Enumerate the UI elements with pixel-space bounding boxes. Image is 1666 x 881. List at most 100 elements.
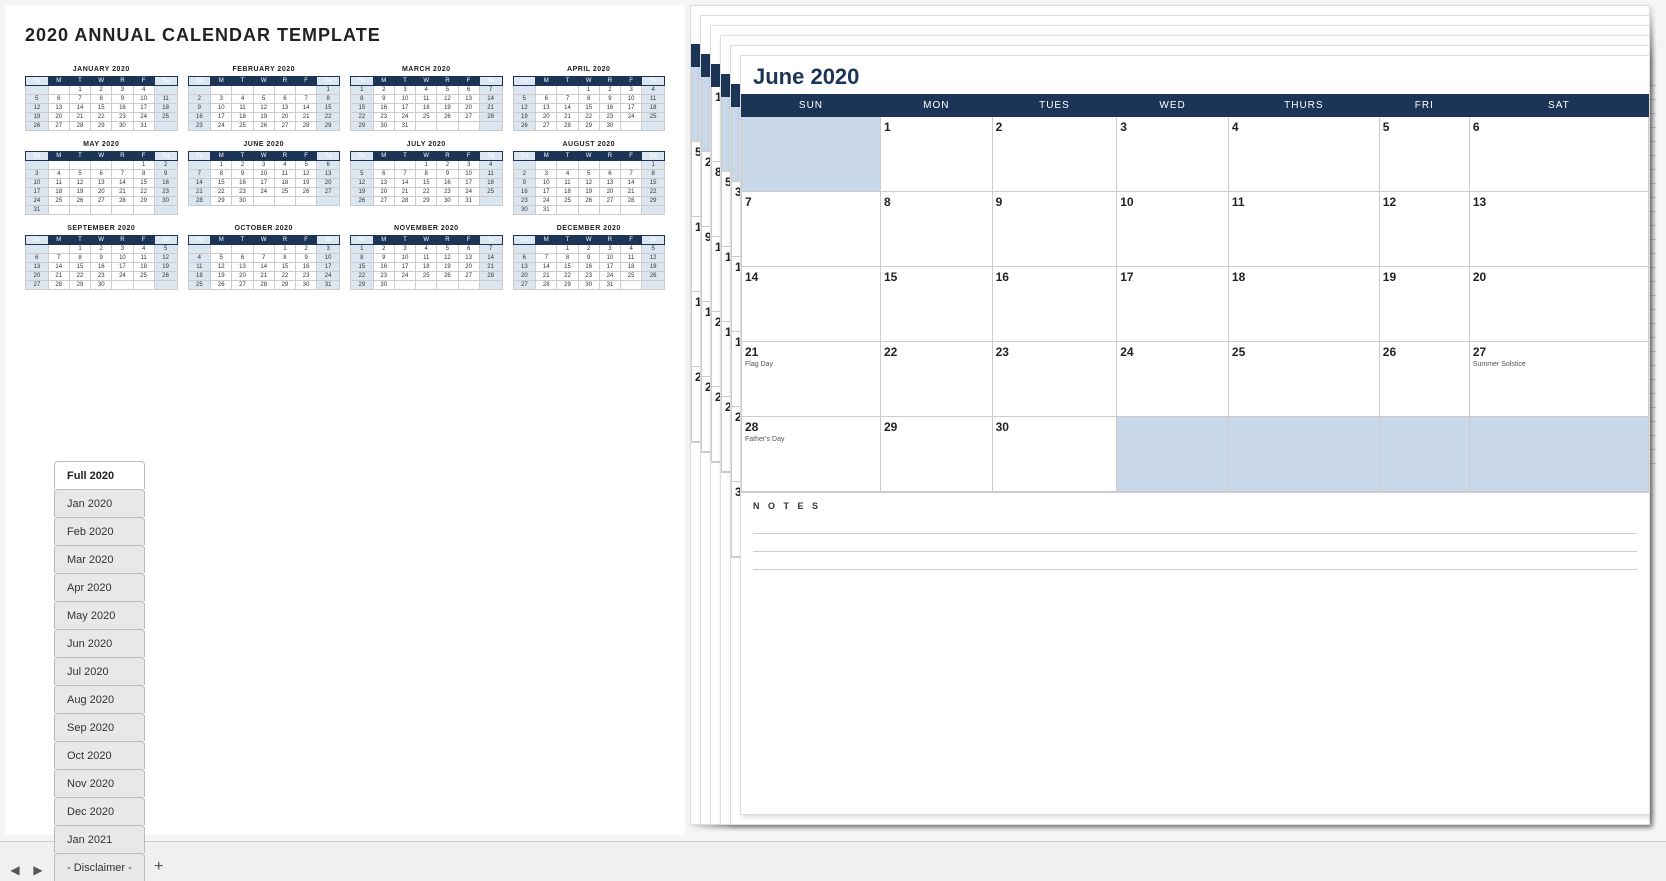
table-row — [642, 122, 665, 131]
table-row: 26 — [1379, 342, 1469, 417]
table-row: 11 — [232, 104, 253, 113]
table-row — [536, 245, 557, 254]
mini-cal-may-2020: MAY 2020SuMTWRFSa12345678910111213141516… — [25, 141, 178, 215]
table-row: 4 — [48, 170, 69, 179]
table-row: 23 — [599, 113, 620, 122]
table-row: 4 — [642, 86, 665, 95]
table-row: 18 — [621, 263, 642, 272]
table-row: 23 — [437, 188, 458, 197]
table-row: 11 — [274, 170, 295, 179]
table-row: 17 — [394, 104, 415, 113]
tab-oct-2020[interactable]: Oct 2020 — [54, 741, 145, 769]
table-row: 30 — [437, 197, 458, 206]
table-row: 3 — [1117, 117, 1229, 192]
table-row: 11 — [416, 254, 437, 263]
table-row — [154, 206, 177, 215]
table-row: 29 — [578, 122, 599, 131]
table-row: 14 — [69, 104, 90, 113]
table-row: 24 — [211, 122, 232, 131]
tab-prev-arrow[interactable]: ◀ — [5, 860, 25, 880]
table-row — [513, 86, 536, 95]
tab---disclaimer--[interactable]: - Disclaimer - — [54, 853, 145, 881]
table-row: 1 — [69, 86, 90, 95]
table-row: 29 — [880, 417, 992, 492]
table-row: 15 — [91, 104, 112, 113]
table-row: 12 — [513, 104, 536, 113]
table-row: 21Flag Day 22 23 24 25 26 27Summer Solst… — [742, 342, 1649, 417]
tab-dec-2020[interactable]: Dec 2020 — [54, 797, 145, 825]
table-row — [188, 161, 211, 170]
table-row: 2 — [437, 161, 458, 170]
col-header-wed: WED — [1117, 95, 1229, 117]
table-row: 9 — [992, 192, 1117, 267]
table-row: 2 — [513, 170, 536, 179]
table-row: 24 — [394, 272, 415, 281]
table-row: 20 — [26, 272, 49, 281]
table-row: 26 — [154, 272, 177, 281]
mini-cal-title: SEPTEMBER 2020 — [25, 225, 178, 232]
table-row: 16 — [513, 188, 536, 197]
table-row: 18 — [232, 113, 253, 122]
table-row: 10 — [133, 95, 154, 104]
table-row: 6 — [91, 170, 112, 179]
table-row: 7 — [112, 170, 133, 179]
tab-nov-2020[interactable]: Nov 2020 — [54, 769, 145, 797]
table-row: 8 — [416, 170, 437, 179]
table-row: 10 — [211, 104, 232, 113]
table-row: 11 — [48, 179, 69, 188]
table-row: 1 — [317, 86, 340, 95]
table-row: 29 — [274, 281, 295, 290]
table-row: 12 — [437, 254, 458, 263]
table-row: 23 — [112, 113, 133, 122]
table-row: 18 — [274, 179, 295, 188]
right-panel: January 2020 SUNMONTUESWEDTHURSFRISAT 12… — [690, 5, 1661, 835]
table-row: 28 — [621, 197, 642, 206]
table-row: 3 — [211, 95, 232, 104]
table-row: 6 — [48, 95, 69, 104]
tab-add-button[interactable]: + — [146, 854, 172, 880]
tab-jan-2021[interactable]: Jan 2021 — [54, 825, 145, 853]
mini-calendars-grid: JANUARY 2020SuMTWRFSa1234567891011121314… — [25, 66, 665, 290]
table-row: 25 — [557, 197, 578, 206]
tab-full-2020[interactable]: Full 2020 — [54, 461, 145, 489]
table-row: 20 — [536, 113, 557, 122]
table-row: 7 — [536, 254, 557, 263]
table-row: 16 — [91, 263, 112, 272]
table-row: 19 — [1379, 267, 1469, 342]
table-row: 10 — [112, 254, 133, 263]
table-row: 6 — [599, 170, 620, 179]
table-row: 10 — [458, 170, 479, 179]
tab-may-2020[interactable]: May 2020 — [54, 601, 145, 629]
table-row: 22 — [91, 113, 112, 122]
table-row: 21 — [48, 272, 69, 281]
tab-feb-2020[interactable]: Feb 2020 — [54, 517, 145, 545]
table-row: 9 — [373, 95, 394, 104]
table-row — [621, 122, 642, 131]
table-row: 29 — [69, 281, 90, 290]
table-row: 2 — [154, 161, 177, 170]
tab-next-arrow[interactable]: ▶ — [28, 860, 48, 880]
table-row: 23 — [188, 122, 211, 131]
tab-jun-2020[interactable]: Jun 2020 — [54, 629, 145, 657]
table-row: 1 — [351, 86, 374, 95]
table-row: 14 — [479, 254, 502, 263]
table-row: 5 — [154, 245, 177, 254]
tab-mar-2020[interactable]: Mar 2020 — [54, 545, 145, 573]
tab-apr-2020[interactable]: Apr 2020 — [54, 573, 145, 601]
table-row: 6 — [317, 161, 340, 170]
tab-jan-2020[interactable]: Jan 2020 — [54, 489, 145, 517]
table-row — [742, 117, 881, 192]
tab-sep-2020[interactable]: Sep 2020 — [54, 713, 145, 741]
table-row: 3 — [458, 161, 479, 170]
table-row: 13 — [91, 179, 112, 188]
table-row: 4 — [133, 245, 154, 254]
table-row: 18 — [479, 179, 502, 188]
tab-aug-2020[interactable]: Aug 2020 — [54, 685, 145, 713]
table-row: 23 — [578, 272, 599, 281]
table-row: 25 — [479, 188, 502, 197]
table-row: 30 — [992, 417, 1117, 492]
table-row: 8 — [351, 254, 374, 263]
notes-label: N O T E S — [753, 501, 1637, 511]
table-row: 3 — [112, 245, 133, 254]
tab-jul-2020[interactable]: Jul 2020 — [54, 657, 145, 685]
